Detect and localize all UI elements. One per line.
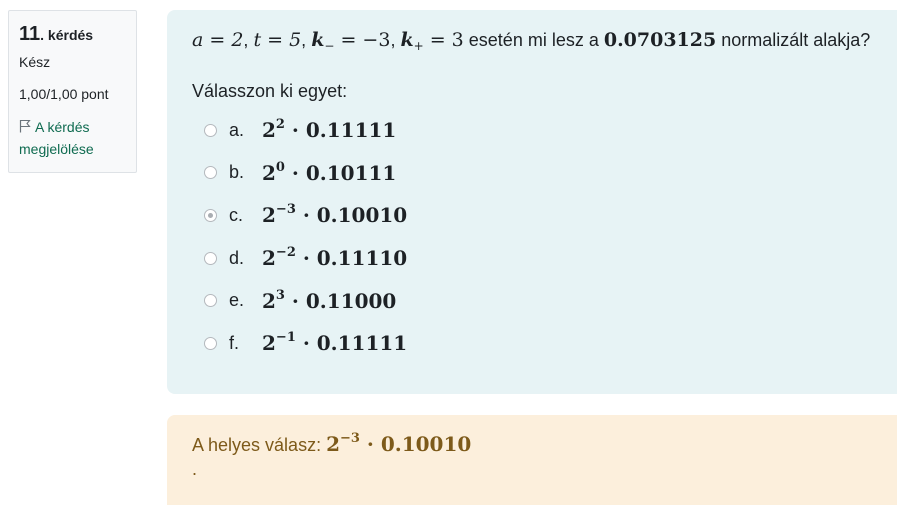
answer-option-value: 23 · 0.11000 [262,287,397,313]
answer-option-letter: b. [229,162,245,183]
answer-radio[interactable] [204,294,217,308]
right-answer: A helyes válasz: 2−3 · 0.10010 [192,429,882,460]
answer-option-letter: e. [229,290,245,311]
question-text-end: normalizált alakja? [716,30,871,50]
question-state: Kész [19,54,51,70]
answer-option-value: 20 · 0.10111 [262,159,397,185]
answer-radio[interactable] [204,251,217,265]
question-number-value: 11 [19,23,41,45]
question-text: a = 2, t = 5, k− = −3, k+ = 3 esetén mi … [192,29,871,53]
right-answer-label: A helyes válasz: [192,435,327,455]
answer-radio[interactable] [204,208,217,222]
question-grade: 1,00/1,00 pont [19,86,109,102]
flag-question-link[interactable]: A kérdés megjelölése [19,116,126,160]
answer-option-value: 2−1 · 0.11111 [262,330,408,356]
answer-option-letter: c. [229,204,244,225]
answer-radio[interactable] [204,166,217,180]
question-formulation: a = 2, t = 5, k− = −3, k+ = 3 esetén mi … [167,10,897,394]
answer-option-value: 22 · 0.11111 [262,117,397,143]
question-text-middle: esetén mi lesz a [463,30,604,50]
answer-option[interactable]: a. 22 · 0.11111 [192,109,882,152]
question-number-value-math: 0.0703125 [603,29,717,51]
answer-radio[interactable] [204,123,217,137]
flag-icon [19,119,31,133]
param-k-minus: k− = −3 [311,29,391,53]
answer-option-value: 2−3 · 0.10010 [262,202,408,228]
answer-option[interactable]: f. 2−1 · 0.11111 [192,322,882,365]
right-answer-value: 2−3 · 0.10010 [326,431,472,456]
answer-option[interactable]: e. 23 · 0.11000 [192,279,882,322]
param-a: a = 2 [192,29,244,51]
feedback-panel: A helyes válasz: 2−3 · 0.10010 . [167,415,897,505]
answer-option-letter: a. [229,119,245,140]
answer-prompt: Válasszon ki egyet: [192,81,348,101]
question-number-label: . kérdés [40,27,94,43]
param-t: t = 5 [253,29,302,51]
param-k-plus: k+ = 3 [400,29,464,53]
answer-option[interactable]: b. 20 · 0.10111 [192,152,882,195]
answer-radio[interactable] [204,336,217,350]
feedback-trailing: . [192,459,198,479]
question-info-panel: 11. kérdés Kész 1,00/1,00 pont A kérdés … [8,10,137,173]
answer-list: a. 22 · 0.11111 b. 20 · 0.10111 c. 2−3 · 0.10… [192,109,882,365]
answer-option[interactable]: c. 2−3 · 0.10010 [192,194,882,237]
answer-option-letter: d. [229,247,245,268]
question-number: 11. kérdés [19,21,126,48]
answer-option-letter: f. [229,332,240,353]
answer-option-value: 2−2 · 0.11110 [262,245,408,271]
answer-option[interactable]: d. 2−2 · 0.11110 [192,237,882,280]
